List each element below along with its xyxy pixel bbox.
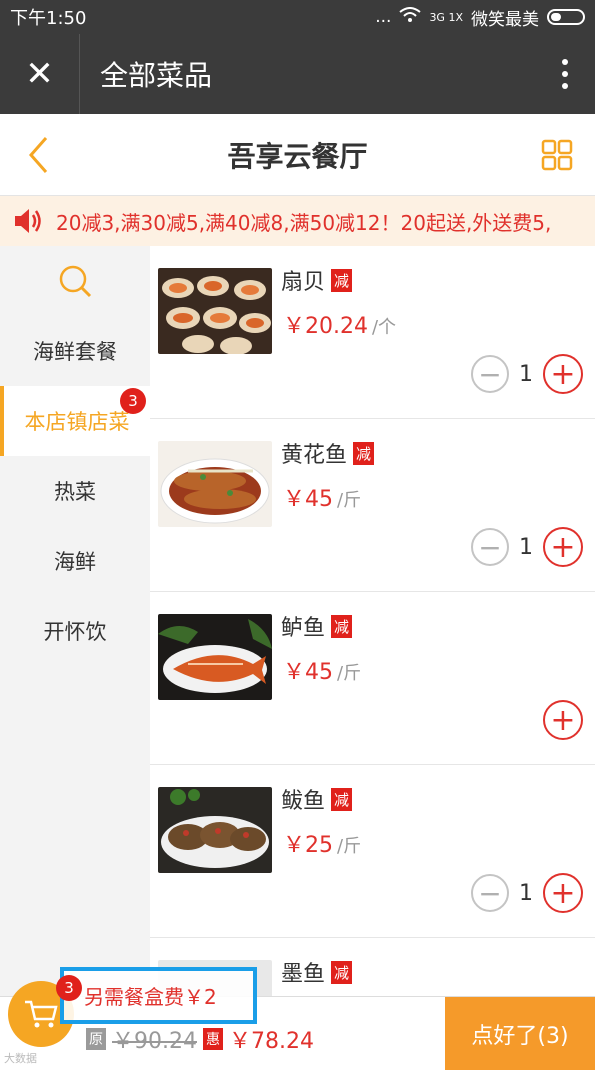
dish-quantity: 1: [519, 361, 533, 387]
status-time: 下午1:50: [10, 8, 87, 29]
cart-totals: 原 ￥90.24 惠 ￥78.24: [86, 1023, 314, 1055]
battery-icon: [547, 9, 585, 25]
dish-name: 鲈鱼: [281, 616, 326, 641]
dish-photo: [158, 441, 272, 527]
grid-icon[interactable]: [519, 114, 595, 196]
dish-price: ￥45: [283, 660, 333, 685]
wifi-icon: [399, 6, 422, 28]
cart-bar: 另需餐盒费￥2 3 原 ￥90.24 惠 ￥78.24 点好了(3) 大数据: [0, 967, 595, 1070]
dish-unit: /斤: [337, 663, 362, 684]
signal-icon: 3G 1X: [429, 10, 463, 24]
search-icon[interactable]: [0, 246, 150, 316]
status-carrier: 微笑最美: [471, 9, 539, 30]
speaker-icon: [0, 207, 56, 235]
category-badge: 3: [120, 388, 146, 414]
category-item[interactable]: 热菜: [0, 456, 150, 526]
dish-name: 墨鱼: [281, 962, 326, 987]
dish-photo: [158, 268, 272, 354]
minus-icon[interactable]: −: [471, 874, 509, 912]
plus-icon[interactable]: +: [543, 873, 583, 913]
cart-icon: [25, 1000, 58, 1028]
category-item[interactable]: 海鲜套餐: [0, 316, 150, 386]
dish-price: ￥45: [283, 487, 333, 512]
dish-quantity: 1: [519, 534, 533, 560]
checkout-button[interactable]: 点好了(3): [445, 997, 595, 1070]
category-item[interactable]: 开怀饮: [0, 596, 150, 666]
dish-unit: /斤: [337, 490, 362, 511]
dish-unit: /斤: [337, 836, 362, 857]
discount-tag: 减: [331, 614, 353, 638]
minus-icon[interactable]: −: [471, 528, 509, 566]
back-chevron-icon[interactable]: [0, 114, 76, 196]
original-price: ￥90.24: [112, 1029, 197, 1054]
dish-name: 鲅鱼: [281, 789, 326, 814]
dish-item: 黄花鱼减 ￥45/斤 − 1 +: [150, 419, 595, 592]
minus-icon[interactable]: −: [471, 355, 509, 393]
category-item-active[interactable]: 本店镇店菜 3: [0, 386, 150, 456]
shop-name: 吾享云餐厅: [227, 139, 368, 173]
dish-list: 扇贝减 ￥20.24/个 − 1 + 黄花鱼减 ￥45/斤 − 1 + 鲈鱼 减…: [150, 246, 595, 996]
category-item[interactable]: 海鲜: [0, 526, 150, 596]
plus-icon[interactable]: +: [543, 354, 583, 394]
discount-tag: 减: [353, 441, 375, 465]
promo-text: 20减3,满30减5,满40减8,满50减12！20起送,外送费5,: [56, 210, 552, 235]
status-dots: ...: [375, 7, 392, 27]
page-title: 全部菜品: [100, 59, 213, 92]
watermark: 大数据: [4, 1052, 37, 1065]
dish-photo: [158, 787, 272, 873]
promo-notice: 20减3,满30减5,满40减8,满50减12！20起送,外送费5,: [0, 196, 595, 246]
dish-price: ￥20.24: [283, 314, 368, 339]
dish-item: 鲈鱼减 ￥45/斤 +: [150, 592, 595, 765]
discount-tag: 减: [331, 960, 353, 984]
discount-tag: 减: [331, 268, 353, 292]
plus-icon[interactable]: +: [543, 527, 583, 567]
box-fee-notice: 另需餐盒费￥2: [60, 967, 257, 1024]
discount-label: 惠: [202, 1028, 223, 1050]
dish-quantity: 1: [519, 880, 533, 906]
dish-name: 黄花鱼: [281, 443, 348, 468]
shop-header: 吾享云餐厅: [0, 114, 595, 196]
dish-photo: [158, 614, 272, 700]
dish-unit: /个: [371, 317, 397, 338]
close-icon[interactable]: ✕: [0, 34, 80, 114]
dish-item: 扇贝减 ￥20.24/个 − 1 +: [150, 246, 595, 419]
dish-price: ￥25: [283, 833, 333, 858]
dish-item: 鲅鱼减 ￥25/斤 − 1 +: [150, 765, 595, 938]
final-price: ￥78.24: [228, 1029, 314, 1054]
category-sidebar: 海鲜套餐 本店镇店菜 3 热菜 海鲜 开怀饮: [0, 246, 150, 996]
discount-tag: 减: [331, 787, 353, 811]
more-vertical-icon[interactable]: [535, 34, 595, 114]
plus-icon[interactable]: +: [543, 700, 583, 740]
cart-badge: 3: [56, 975, 82, 1001]
dish-name: 扇贝: [281, 270, 326, 295]
original-label: 原: [86, 1028, 106, 1050]
webview-top-bar: ✕ 全部菜品: [0, 34, 595, 114]
status-bar: 下午1:50 ... 3G 1X 微笑最美: [0, 0, 595, 34]
